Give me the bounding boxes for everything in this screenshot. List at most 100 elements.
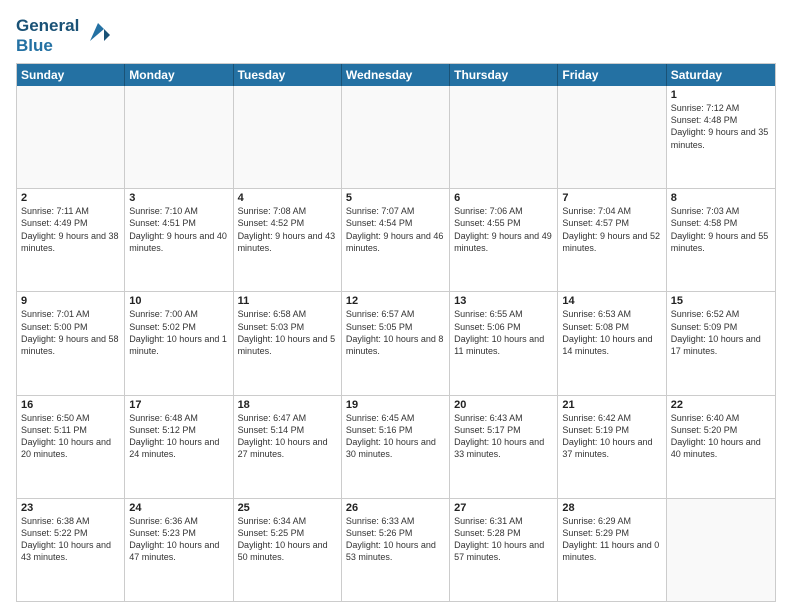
calendar-body: 1Sunrise: 7:12 AM Sunset: 4:48 PM Daylig…	[17, 86, 775, 601]
day-number: 11	[238, 295, 337, 307]
day-info: Sunrise: 6:57 AM Sunset: 5:05 PM Dayligh…	[346, 308, 445, 357]
calendar-cell: 27Sunrise: 6:31 AM Sunset: 5:28 PM Dayli…	[450, 499, 558, 601]
calendar-cell: 7Sunrise: 7:04 AM Sunset: 4:57 PM Daylig…	[558, 189, 666, 291]
calendar-cell	[125, 86, 233, 188]
day-number: 5	[346, 192, 445, 204]
calendar-cell: 10Sunrise: 7:00 AM Sunset: 5:02 PM Dayli…	[125, 292, 233, 394]
day-number: 28	[562, 502, 661, 514]
day-number: 25	[238, 502, 337, 514]
day-info: Sunrise: 6:55 AM Sunset: 5:06 PM Dayligh…	[454, 308, 553, 357]
day-number: 12	[346, 295, 445, 307]
calendar-cell	[234, 86, 342, 188]
day-number: 23	[21, 502, 120, 514]
day-info: Sunrise: 7:04 AM Sunset: 4:57 PM Dayligh…	[562, 205, 661, 254]
day-info: Sunrise: 7:00 AM Sunset: 5:02 PM Dayligh…	[129, 308, 228, 357]
weekday-header: Monday	[125, 64, 233, 86]
day-number: 10	[129, 295, 228, 307]
day-number: 24	[129, 502, 228, 514]
day-info: Sunrise: 6:31 AM Sunset: 5:28 PM Dayligh…	[454, 515, 553, 564]
day-info: Sunrise: 6:38 AM Sunset: 5:22 PM Dayligh…	[21, 515, 120, 564]
calendar-cell: 28Sunrise: 6:29 AM Sunset: 5:29 PM Dayli…	[558, 499, 666, 601]
calendar-cell: 13Sunrise: 6:55 AM Sunset: 5:06 PM Dayli…	[450, 292, 558, 394]
calendar-cell: 3Sunrise: 7:10 AM Sunset: 4:51 PM Daylig…	[125, 189, 233, 291]
page-header: General Blue	[16, 16, 776, 55]
weekday-header: Wednesday	[342, 64, 450, 86]
day-info: Sunrise: 6:50 AM Sunset: 5:11 PM Dayligh…	[21, 412, 120, 461]
calendar-cell: 14Sunrise: 6:53 AM Sunset: 5:08 PM Dayli…	[558, 292, 666, 394]
day-info: Sunrise: 6:53 AM Sunset: 5:08 PM Dayligh…	[562, 308, 661, 357]
day-number: 26	[346, 502, 445, 514]
calendar-row: 9Sunrise: 7:01 AM Sunset: 5:00 PM Daylig…	[17, 291, 775, 394]
day-info: Sunrise: 6:34 AM Sunset: 5:25 PM Dayligh…	[238, 515, 337, 564]
calendar-cell	[558, 86, 666, 188]
day-number: 4	[238, 192, 337, 204]
day-number: 3	[129, 192, 228, 204]
calendar-cell: 22Sunrise: 6:40 AM Sunset: 5:20 PM Dayli…	[667, 396, 775, 498]
day-info: Sunrise: 7:01 AM Sunset: 5:00 PM Dayligh…	[21, 308, 120, 357]
day-info: Sunrise: 6:48 AM Sunset: 5:12 PM Dayligh…	[129, 412, 228, 461]
day-number: 27	[454, 502, 553, 514]
day-number: 15	[671, 295, 771, 307]
calendar-cell: 4Sunrise: 7:08 AM Sunset: 4:52 PM Daylig…	[234, 189, 342, 291]
logo-icon	[82, 19, 112, 49]
day-info: Sunrise: 7:07 AM Sunset: 4:54 PM Dayligh…	[346, 205, 445, 254]
calendar-cell: 19Sunrise: 6:45 AM Sunset: 5:16 PM Dayli…	[342, 396, 450, 498]
calendar-cell: 17Sunrise: 6:48 AM Sunset: 5:12 PM Dayli…	[125, 396, 233, 498]
weekday-header: Tuesday	[234, 64, 342, 86]
day-info: Sunrise: 6:58 AM Sunset: 5:03 PM Dayligh…	[238, 308, 337, 357]
calendar-cell: 18Sunrise: 6:47 AM Sunset: 5:14 PM Dayli…	[234, 396, 342, 498]
calendar-row: 23Sunrise: 6:38 AM Sunset: 5:22 PM Dayli…	[17, 498, 775, 601]
weekday-header: Saturday	[667, 64, 775, 86]
day-info: Sunrise: 6:43 AM Sunset: 5:17 PM Dayligh…	[454, 412, 553, 461]
day-number: 9	[21, 295, 120, 307]
calendar-cell: 5Sunrise: 7:07 AM Sunset: 4:54 PM Daylig…	[342, 189, 450, 291]
day-info: Sunrise: 6:33 AM Sunset: 5:26 PM Dayligh…	[346, 515, 445, 564]
calendar-row: 1Sunrise: 7:12 AM Sunset: 4:48 PM Daylig…	[17, 86, 775, 188]
logo-blue: Blue	[16, 36, 79, 56]
calendar-row: 16Sunrise: 6:50 AM Sunset: 5:11 PM Dayli…	[17, 395, 775, 498]
day-number: 1	[671, 89, 771, 101]
logo: General Blue	[16, 16, 112, 55]
calendar-cell: 16Sunrise: 6:50 AM Sunset: 5:11 PM Dayli…	[17, 396, 125, 498]
calendar-row: 2Sunrise: 7:11 AM Sunset: 4:49 PM Daylig…	[17, 188, 775, 291]
calendar-cell: 11Sunrise: 6:58 AM Sunset: 5:03 PM Dayli…	[234, 292, 342, 394]
calendar-cell	[450, 86, 558, 188]
calendar-cell: 21Sunrise: 6:42 AM Sunset: 5:19 PM Dayli…	[558, 396, 666, 498]
day-number: 6	[454, 192, 553, 204]
day-info: Sunrise: 6:52 AM Sunset: 5:09 PM Dayligh…	[671, 308, 771, 357]
calendar: SundayMondayTuesdayWednesdayThursdayFrid…	[16, 63, 776, 602]
calendar-cell: 6Sunrise: 7:06 AM Sunset: 4:55 PM Daylig…	[450, 189, 558, 291]
calendar-cell: 12Sunrise: 6:57 AM Sunset: 5:05 PM Dayli…	[342, 292, 450, 394]
calendar-page: General Blue SundayMondayTuesdayWednesda…	[0, 0, 792, 612]
weekday-header: Thursday	[450, 64, 558, 86]
calendar-cell: 9Sunrise: 7:01 AM Sunset: 5:00 PM Daylig…	[17, 292, 125, 394]
day-number: 8	[671, 192, 771, 204]
day-info: Sunrise: 6:42 AM Sunset: 5:19 PM Dayligh…	[562, 412, 661, 461]
day-number: 22	[671, 399, 771, 411]
day-number: 7	[562, 192, 661, 204]
calendar-cell: 20Sunrise: 6:43 AM Sunset: 5:17 PM Dayli…	[450, 396, 558, 498]
day-number: 14	[562, 295, 661, 307]
day-number: 18	[238, 399, 337, 411]
calendar-header: SundayMondayTuesdayWednesdayThursdayFrid…	[17, 64, 775, 86]
day-number: 2	[21, 192, 120, 204]
calendar-cell: 1Sunrise: 7:12 AM Sunset: 4:48 PM Daylig…	[667, 86, 775, 188]
day-info: Sunrise: 6:40 AM Sunset: 5:20 PM Dayligh…	[671, 412, 771, 461]
day-number: 13	[454, 295, 553, 307]
calendar-cell	[667, 499, 775, 601]
calendar-cell: 15Sunrise: 6:52 AM Sunset: 5:09 PM Dayli…	[667, 292, 775, 394]
weekday-header: Friday	[558, 64, 666, 86]
day-info: Sunrise: 7:08 AM Sunset: 4:52 PM Dayligh…	[238, 205, 337, 254]
day-number: 17	[129, 399, 228, 411]
calendar-cell: 25Sunrise: 6:34 AM Sunset: 5:25 PM Dayli…	[234, 499, 342, 601]
calendar-cell	[17, 86, 125, 188]
day-info: Sunrise: 6:29 AM Sunset: 5:29 PM Dayligh…	[562, 515, 661, 564]
day-info: Sunrise: 7:12 AM Sunset: 4:48 PM Dayligh…	[671, 102, 771, 151]
day-number: 16	[21, 399, 120, 411]
calendar-cell: 2Sunrise: 7:11 AM Sunset: 4:49 PM Daylig…	[17, 189, 125, 291]
calendar-cell: 24Sunrise: 6:36 AM Sunset: 5:23 PM Dayli…	[125, 499, 233, 601]
calendar-cell: 8Sunrise: 7:03 AM Sunset: 4:58 PM Daylig…	[667, 189, 775, 291]
day-info: Sunrise: 7:10 AM Sunset: 4:51 PM Dayligh…	[129, 205, 228, 254]
calendar-cell	[342, 86, 450, 188]
calendar-cell: 26Sunrise: 6:33 AM Sunset: 5:26 PM Dayli…	[342, 499, 450, 601]
